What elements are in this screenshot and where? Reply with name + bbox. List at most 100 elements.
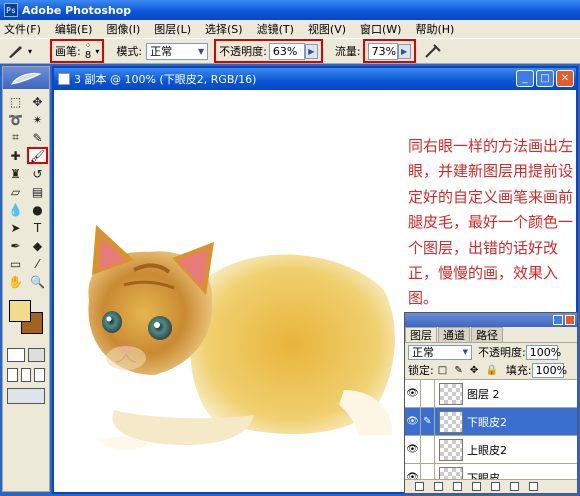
zoom-tool-icon[interactable]: 🔍 — [27, 273, 48, 290]
screen-mode-3-icon[interactable] — [34, 368, 46, 382]
menu-image[interactable]: 图像(I) — [106, 21, 140, 37]
menu-view[interactable]: 视图(V) — [308, 21, 346, 37]
link-layers-icon[interactable] — [415, 482, 424, 491]
link-column[interactable] — [421, 379, 435, 408]
layer-opacity-label: 不透明度: — [478, 346, 526, 359]
layer-row-selected[interactable]: 👁 ✎ 下眼皮2 — [405, 407, 577, 436]
history-brush-tool-icon[interactable]: ↺ — [27, 165, 48, 182]
menu-layer[interactable]: 图层(L) — [154, 21, 191, 37]
eraser-tool-icon[interactable]: ▱ — [5, 183, 26, 200]
slice-tool-icon[interactable]: ✎ — [27, 129, 48, 146]
document-icon — [58, 73, 70, 85]
opacity-slider-button[interactable]: ▶ — [304, 43, 318, 59]
stamp-tool-icon[interactable]: ♜ — [5, 165, 26, 182]
blend-opacity-row: 正常 ▼ 不透明度: 100% — [405, 343, 577, 361]
options-bar: ▾ 画笔: ⁘ 8 ▾ 模式: 正常 ▼ 不透明度: 63% ▶ 流量: 73% … — [0, 38, 580, 64]
layer-name: 下眼皮2 — [467, 415, 507, 429]
screen-mode-1-icon[interactable] — [7, 368, 18, 382]
airbrush-icon[interactable] — [424, 43, 442, 59]
layer-row[interactable]: 👁 图层 2 — [405, 379, 577, 408]
new-group-icon[interactable] — [491, 482, 500, 491]
tab-paths[interactable]: 路径 — [471, 327, 503, 342]
pen-tool-icon[interactable]: ✒ — [5, 237, 26, 254]
photoshop-logo-icon: Ps — [4, 3, 18, 17]
opacity-value: 63% — [272, 44, 298, 58]
paintbrush-link-icon[interactable]: ✎ — [421, 407, 435, 436]
marquee-tool-icon[interactable]: ⬚ — [5, 93, 26, 110]
maximize-button[interactable]: □ — [536, 70, 554, 87]
menu-select[interactable]: 选择(S) — [205, 21, 243, 37]
eye-icon[interactable]: 👁 — [405, 435, 421, 464]
document-titlebar: 3 副本 @ 100% (下眼皮2, RGB/16) — [54, 68, 576, 90]
eye-icon[interactable]: 👁 — [405, 407, 421, 436]
minimize-button[interactable]: _ — [516, 70, 534, 87]
close-button[interactable]: ✕ — [556, 70, 574, 87]
brush-preview[interactable]: ⁘ 8 — [85, 41, 92, 61]
layers-bottom-toolbar — [405, 479, 577, 493]
flow-input[interactable]: 73% — [367, 42, 398, 60]
layer-name: 图层 2 — [467, 387, 500, 401]
app-titlebar: Ps Adobe Photoshop — [0, 0, 580, 20]
path-select-tool-icon[interactable]: ➤ — [5, 219, 26, 236]
menu-file[interactable]: 文件(F) — [4, 21, 41, 37]
menu-window[interactable]: 窗口(W) — [360, 21, 401, 37]
brush-size-value: 8 — [84, 50, 92, 61]
quickmask-modes — [3, 342, 49, 362]
flow-slider-button[interactable]: ▶ — [397, 43, 411, 59]
layer-style-icon[interactable] — [434, 482, 443, 491]
menu-edit[interactable]: 编辑(E) — [55, 21, 93, 37]
link-column[interactable] — [421, 435, 435, 464]
toolbox-header — [3, 67, 49, 89]
brush-tool-icon-selected[interactable]: 🖌 — [27, 147, 48, 164]
foreground-color-swatch[interactable] — [9, 300, 31, 322]
dodge-tool-icon[interactable]: ● — [27, 201, 48, 218]
menu-bar: 文件(F) 编辑(E) 图像(I) 图层(L) 选择(S) 滤镜(T) 视图(V… — [0, 20, 580, 38]
standard-mode-icon[interactable] — [7, 348, 25, 362]
magic-wand-tool-icon[interactable]: ✴ — [27, 111, 48, 128]
brush-size-box[interactable]: 画笔: ⁘ 8 ▾ — [50, 39, 105, 63]
opacity-input[interactable]: 63% — [268, 42, 305, 60]
mode-select[interactable]: 正常 ▼ — [146, 42, 209, 60]
panel-close-button[interactable] — [565, 315, 575, 325]
crop-tool-icon[interactable]: ⌗ — [5, 129, 26, 146]
flow-value: 73% — [371, 44, 397, 58]
toolbox: ⬚ ✥ ➰ ✴ ⌗ ✎ ✚ 🖌 ♜ ↺ ▱ ▤ 💧 ● ➤ T ✒ ◆ ▭ ⁄ … — [2, 66, 50, 492]
jump-to-imageready-icon[interactable] — [7, 388, 45, 404]
eye-icon[interactable]: 👁 — [405, 379, 421, 408]
layer-thumbnail — [439, 438, 463, 461]
tool-preset-picker[interactable]: ▾ — [6, 43, 40, 59]
feather-icon — [10, 72, 42, 85]
panel-minimize-button[interactable] — [553, 315, 563, 325]
trash-icon[interactable] — [529, 482, 538, 491]
screen-mode-2-icon[interactable] — [20, 368, 32, 382]
fill-input[interactable]: 100% — [531, 362, 567, 378]
layers-panel: 图层 通道 路径 正常 ▼ 不透明度: 100% 锁定: □ ✎ ✥ 🔒 填充: … — [404, 312, 578, 494]
brush-dropdown-icon[interactable]: ▾ — [95, 47, 99, 56]
layer-opacity-input[interactable]: 100% — [525, 344, 562, 360]
layer-thumbnail — [439, 382, 463, 405]
quickmask-mode-icon[interactable] — [27, 348, 45, 362]
layer-opacity-value: 100% — [529, 345, 562, 359]
blend-mode-select[interactable]: 正常 ▼ — [408, 344, 472, 360]
notes-tool-icon[interactable]: ▭ — [5, 255, 26, 272]
opacity-label: 不透明度: — [219, 45, 267, 58]
lock-icons[interactable]: □ ✎ ✥ 🔒 — [438, 365, 500, 376]
hand-tool-icon[interactable]: ✋ — [5, 273, 26, 290]
blur-tool-icon[interactable]: 💧 — [5, 201, 26, 218]
healing-tool-icon[interactable]: ✚ — [5, 147, 26, 164]
move-tool-icon[interactable]: ✥ — [27, 93, 48, 110]
shape-tool-icon[interactable]: ◆ — [27, 237, 48, 254]
menu-filter[interactable]: 滤镜(T) — [257, 21, 294, 37]
tab-channels[interactable]: 通道 — [438, 327, 470, 342]
layer-mask-icon[interactable] — [453, 482, 462, 491]
new-layer-icon[interactable] — [510, 482, 519, 491]
layer-row[interactable]: 👁 上眼皮2 — [405, 435, 577, 464]
gradient-tool-icon[interactable]: ▤ — [27, 183, 48, 200]
tab-layers[interactable]: 图层 — [405, 327, 437, 342]
menu-help[interactable]: 帮助(H) — [415, 21, 454, 37]
app-title: Adobe Photoshop — [22, 3, 132, 17]
eyedropper-tool-icon[interactable]: ⁄ — [27, 255, 48, 272]
new-fill-layer-icon[interactable] — [472, 482, 481, 491]
type-tool-icon[interactable]: T — [27, 219, 48, 236]
lasso-tool-icon[interactable]: ➰ — [5, 111, 26, 128]
